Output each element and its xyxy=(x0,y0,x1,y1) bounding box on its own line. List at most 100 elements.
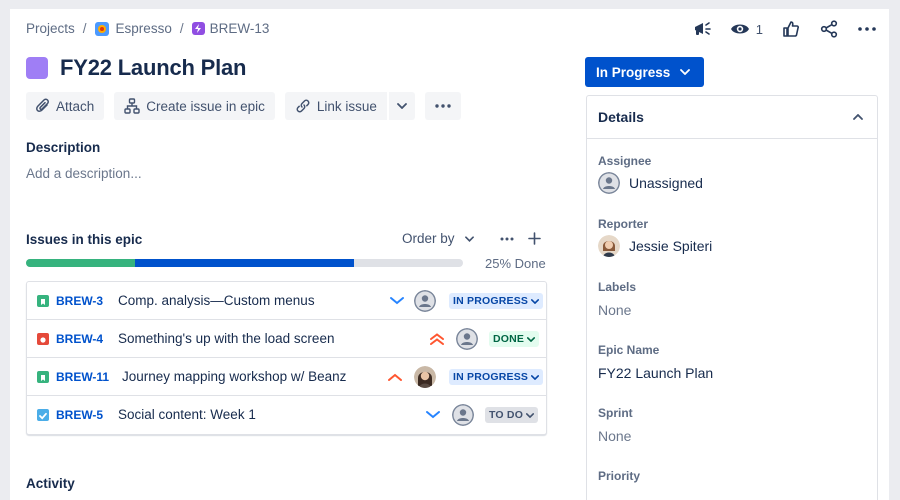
issue-key[interactable]: BREW-3 xyxy=(56,294,103,308)
story-icon xyxy=(37,295,49,307)
epic-name-value[interactable]: FY22 Launch Plan xyxy=(598,365,713,381)
hierarchy-icon xyxy=(124,98,140,114)
more-actions-button[interactable] xyxy=(424,92,461,120)
create-issue-in-epic-button[interactable]: Create issue in epic xyxy=(114,92,275,120)
share-icon[interactable] xyxy=(819,19,839,39)
more-icon[interactable] xyxy=(857,19,877,39)
issue-summary: Journey mapping workshop w/ Beanz xyxy=(122,369,347,384)
chevron-up-icon xyxy=(853,114,863,120)
watch-button[interactable]: 1 xyxy=(730,22,763,37)
status-lozenge[interactable]: IN PROGRESS xyxy=(449,369,544,385)
chevron-down-icon xyxy=(526,412,535,418)
attach-button[interactable]: Attach xyxy=(26,92,105,120)
issue-key[interactable]: BREW-11 xyxy=(56,370,109,384)
link-issue-group: Link issue xyxy=(284,92,415,120)
epic-color-icon xyxy=(26,57,48,79)
status-lozenge[interactable]: IN PROGRESS xyxy=(449,293,544,309)
breadcrumb-project-label: Espresso xyxy=(115,21,172,36)
more-icon xyxy=(435,104,451,108)
reporter-field[interactable]: Jessie Spiteri xyxy=(598,235,712,257)
progress-done-segment xyxy=(26,259,136,267)
status-lozenge[interactable]: TO DO xyxy=(485,407,539,423)
table-row[interactable]: BREW-11 Journey mapping workshop w/ Bean… xyxy=(27,358,546,396)
toolbar: Attach Create issue in epic Link issue xyxy=(26,92,461,120)
create-issue-label: Create issue in epic xyxy=(146,98,265,114)
table-row[interactable]: BREW-4 Something's up with the load scre… xyxy=(27,320,546,358)
priority-highest-icon xyxy=(429,331,445,347)
description-heading: Description xyxy=(26,140,101,155)
details-title: Details xyxy=(598,109,644,125)
priority-low-icon xyxy=(425,407,441,423)
megaphone-icon[interactable] xyxy=(692,19,712,39)
assignee-photo-avatar xyxy=(414,366,436,388)
activity-heading: Activity xyxy=(26,476,75,491)
epic-lightning-icon xyxy=(191,22,205,35)
details-panel: Details Assignee Unassigned Reporter Jes… xyxy=(586,95,878,500)
sprint-value[interactable]: None xyxy=(598,428,631,444)
breadcrumb-project[interactable]: Espresso xyxy=(94,21,172,36)
assignee-label: Assignee xyxy=(598,154,652,168)
status-lozenge[interactable]: DONE xyxy=(489,331,540,347)
breadcrumb: Projects / Espresso / BREW-13 xyxy=(26,21,269,36)
issue-view: Projects / Espresso / BREW-13 1 FY22 Lau… xyxy=(10,9,889,500)
breadcrumb-projects[interactable]: Projects xyxy=(26,21,75,36)
breadcrumb-separator: / xyxy=(179,21,184,36)
attach-label: Attach xyxy=(56,98,95,114)
link-issue-dropdown[interactable] xyxy=(388,92,415,120)
status-dropdown-button[interactable]: In Progress xyxy=(585,57,704,87)
details-header[interactable]: Details xyxy=(587,96,877,139)
status-label: DONE xyxy=(493,333,525,345)
issues-actions: Order by xyxy=(402,231,541,246)
chevron-down-icon xyxy=(680,69,691,75)
status-button-label: In Progress xyxy=(596,64,671,80)
status-label: IN PROGRESS xyxy=(453,371,529,383)
issue-summary: Social content: Week 1 xyxy=(118,407,256,422)
labels-value[interactable]: None xyxy=(598,302,631,318)
assignee-value: Unassigned xyxy=(629,175,703,191)
title-row: FY22 Launch Plan xyxy=(26,55,246,81)
labels-label: Labels xyxy=(598,280,637,294)
issue-actions: 1 xyxy=(692,19,877,39)
reporter-label: Reporter xyxy=(598,217,649,231)
reporter-value: Jessie Spiteri xyxy=(629,238,713,254)
priority-low-icon xyxy=(389,293,405,309)
project-avatar-icon xyxy=(94,21,109,36)
assignee-field[interactable]: Unassigned xyxy=(598,172,703,194)
status-label: TO DO xyxy=(489,409,524,421)
epic-name-label: Epic Name xyxy=(598,343,660,357)
priority-label: Priority xyxy=(598,469,641,483)
order-by-button[interactable]: Order by xyxy=(402,231,474,246)
order-by-label: Order by xyxy=(402,231,455,246)
bug-icon xyxy=(37,333,49,345)
progress-label: 25% Done xyxy=(485,256,546,271)
status-label: IN PROGRESS xyxy=(453,295,529,307)
thumbs-up-icon[interactable] xyxy=(781,19,801,39)
epic-progress-bar xyxy=(26,259,463,267)
issue-key[interactable]: BREW-5 xyxy=(56,408,103,422)
link-issue-button[interactable]: Link issue xyxy=(284,92,387,120)
chevron-down-icon xyxy=(464,235,474,242)
reporter-photo-avatar xyxy=(598,235,620,257)
page-title[interactable]: FY22 Launch Plan xyxy=(60,55,246,81)
paperclip-icon xyxy=(36,98,49,112)
breadcrumb-issue-key: BREW-13 xyxy=(209,21,270,36)
chevron-down-icon xyxy=(531,374,540,380)
issue-key[interactable]: BREW-4 xyxy=(56,332,103,346)
link-icon xyxy=(296,99,310,113)
child-issue-list: BREW-3 Comp. analysis—Custom menus IN PR… xyxy=(26,281,547,435)
watch-count: 1 xyxy=(755,21,763,37)
table-row[interactable]: BREW-3 Comp. analysis—Custom menus IN PR… xyxy=(27,282,546,320)
progress-in-progress-segment xyxy=(135,259,354,267)
link-issue-label: Link issue xyxy=(316,98,377,114)
unassigned-avatar-icon xyxy=(414,290,436,312)
issues-heading: Issues in this epic xyxy=(26,232,143,247)
description-input[interactable]: Add a description... xyxy=(26,166,142,181)
add-icon[interactable] xyxy=(527,232,541,245)
table-row[interactable]: BREW-5 Social content: Week 1 TO DO xyxy=(27,396,546,434)
story-icon xyxy=(37,371,49,383)
eye-icon xyxy=(730,24,749,34)
priority-high-icon xyxy=(387,369,403,385)
chevron-down-icon xyxy=(527,336,536,342)
breadcrumb-issue[interactable]: BREW-13 xyxy=(191,21,270,36)
more-icon[interactable] xyxy=(500,237,514,241)
